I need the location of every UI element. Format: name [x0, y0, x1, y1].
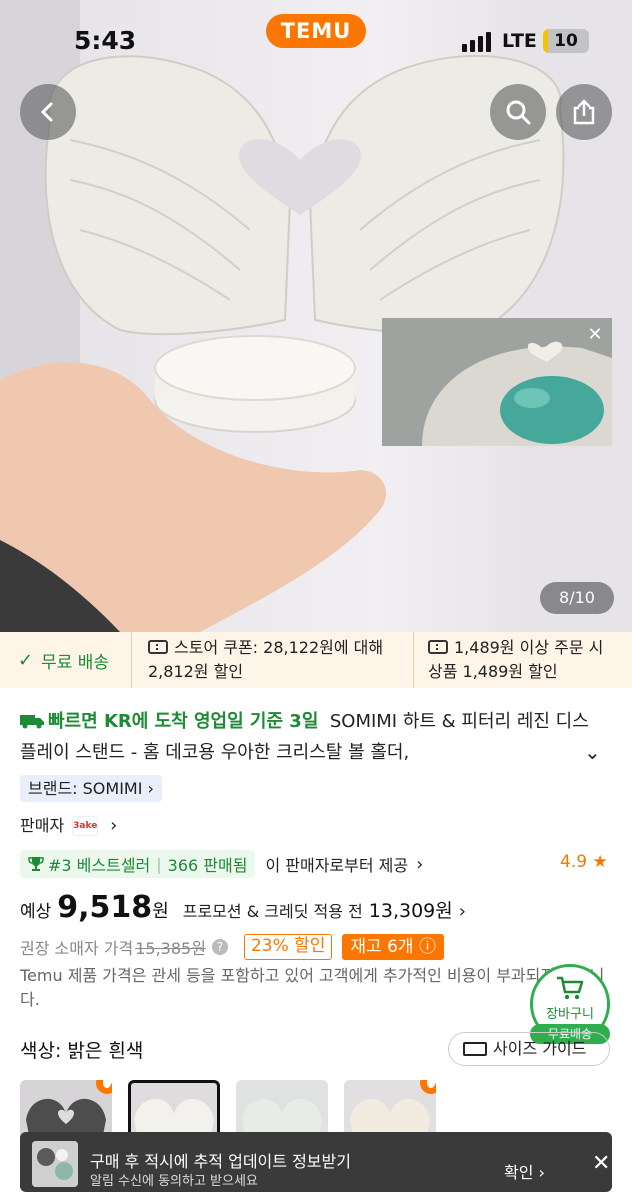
store-coupon-text: 스토어 쿠폰: 28,122원에 대해 2,812원 할인	[148, 638, 384, 681]
rrp-value: 15,385원	[135, 939, 206, 958]
help-icon[interactable]: ?	[211, 939, 228, 955]
bestseller-rank: #3 베스트셀러	[48, 856, 151, 875]
chevron-left-icon	[40, 102, 53, 122]
close-icon[interactable]: ✕	[584, 324, 606, 346]
temu-logo: TEMU	[266, 14, 366, 48]
share-button[interactable]	[556, 84, 612, 140]
help-icon: ⓘ	[418, 937, 436, 957]
price-value: 9,518	[57, 890, 153, 925]
fast-delivery: 빠르면 KR에 도착 영업일 기준 3일	[48, 711, 319, 732]
price-disclaimer: Temu 제품 가격은 관세 등을 포함하고 있어 고객에게 추가적인 비용이 …	[20, 966, 605, 1009]
rating-value: 4.9	[560, 852, 588, 872]
rating[interactable]: 4.9 ★	[560, 852, 608, 872]
cart-label: 장바구니	[546, 1007, 594, 1022]
ruler-icon	[463, 1042, 487, 1056]
status-bar: 5:43 TEMU LTE 10	[0, 0, 632, 80]
trophy-icon	[28, 857, 44, 871]
stock-label: 재고 6개	[350, 937, 414, 957]
chevron-right-icon: ›	[110, 815, 118, 836]
price-before: 13,309원	[368, 900, 453, 922]
battery-icon: 10	[543, 29, 589, 53]
back-button[interactable]	[20, 84, 76, 140]
toast-confirm-label: 확인	[504, 1163, 534, 1182]
seller-row[interactable]: 판매자 3ake ›	[20, 814, 117, 838]
provided-by: 이 판매자로부터 제공	[265, 856, 409, 875]
rrp-label: 권장 소매자 가격	[20, 939, 134, 958]
free-shipping-label: 무료 배송	[41, 652, 110, 673]
rrp-row: 권장 소매자 가격 15,385원 ? 23% 할인 재고 6개 ⓘ	[20, 933, 444, 961]
store-coupon[interactable]: 스토어 쿠폰: 28,122원에 대해 2,812원 할인	[132, 632, 414, 688]
toast-product-image	[32, 1141, 78, 1187]
free-shipping[interactable]: ✓ 무료 배송	[0, 632, 132, 688]
close-icon[interactable]: ✕	[592, 1151, 610, 1176]
seller-logo: 3ake	[72, 816, 99, 836]
share-icon	[573, 99, 595, 125]
order-coupon[interactable]: 1,489원 이상 주문 시 상품 1,489원 할인	[414, 632, 632, 688]
notification-toast[interactable]: 구매 후 적시에 추적 업데이트 정보받기 알림 수신에 동의하고 받으세요 확…	[20, 1132, 612, 1192]
coupon-icon	[428, 640, 448, 654]
chevron-right-icon: ›	[458, 901, 466, 922]
pip-video-frame	[382, 318, 612, 446]
order-coupon-line1: 1,489원 이상 주문 시	[454, 638, 604, 657]
truck-icon	[20, 715, 44, 729]
search-icon	[506, 100, 531, 125]
chevron-down-icon[interactable]: ⌄	[584, 740, 601, 764]
network-type: LTE	[502, 30, 537, 52]
size-guide-label: 사이즈 가이드	[493, 1039, 587, 1058]
price-prefix: 예상	[20, 902, 52, 922]
size-guide-button[interactable]: 사이즈 가이드	[448, 1032, 610, 1066]
price-unit: 원	[152, 901, 169, 922]
signal-icon	[462, 32, 496, 52]
check-icon: ✓	[18, 649, 34, 671]
discount-badge: 23% 할인	[243, 934, 333, 960]
status-time: 5:43	[74, 26, 137, 55]
color-label: 색상: 밝은 흰색	[20, 1040, 144, 1062]
price-row[interactable]: 예상 9,518 원 프로모션 & 크레딧 적용 전 13,309원 ›	[20, 890, 466, 930]
video-pip[interactable]: ✕	[382, 318, 612, 446]
chevron-right-icon: ›	[416, 853, 424, 875]
search-button[interactable]	[490, 84, 546, 140]
order-coupon-line2: 상품 1,489원 할인	[428, 662, 558, 681]
chevron-right-icon: ›	[538, 1163, 545, 1182]
bestseller-chip: #3 베스트셀러 | 366 판매됨	[20, 850, 256, 878]
toast-confirm-button[interactable]: 확인 ›	[504, 1159, 545, 1183]
star-icon: ★	[592, 852, 608, 872]
battery-level: 10	[554, 31, 578, 51]
cart-icon	[557, 976, 584, 1000]
seller-label: 판매자	[20, 816, 65, 835]
brand-label: 브랜드: SOMIMI	[28, 779, 143, 798]
bestseller-row[interactable]: #3 베스트셀러 | 366 판매됨 이 판매자로부터 제공 ›	[20, 850, 423, 878]
promo-bar[interactable]: ✓ 무료 배송 스토어 쿠폰: 28,122원에 대해 2,812원 할인 1,…	[0, 632, 632, 688]
toast-title: 구매 후 적시에 추적 업데이트 정보받기	[90, 1152, 351, 1171]
brand-chip[interactable]: 브랜드: SOMIMI ›	[20, 775, 162, 802]
gallery-counter: 8/10	[540, 582, 614, 614]
toast-subtitle: 알림 수신에 동의하고 받으세요	[90, 1174, 258, 1189]
price-note: 프로모션 & 크레딧 적용 전	[182, 902, 363, 921]
sold-count: 366 판매됨	[167, 856, 248, 875]
stock-badge[interactable]: 재고 6개 ⓘ	[342, 934, 444, 960]
product-title[interactable]: 빠르면 KR에 도착 영업일 기준 3일 SOMIMI 하트 & 피터리 레진 …	[20, 706, 590, 768]
coupon-icon	[148, 640, 168, 654]
